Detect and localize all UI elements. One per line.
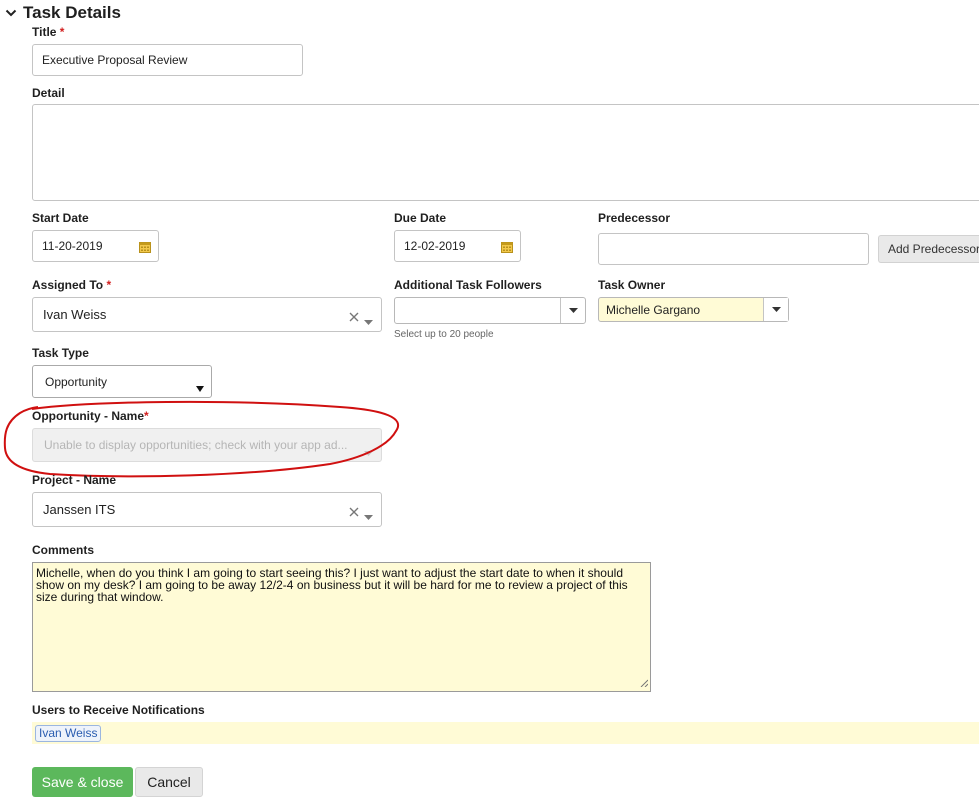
predecessor-label: Predecessor (598, 211, 671, 225)
clear-x-icon[interactable] (349, 504, 359, 522)
start-date-label: Start Date (32, 211, 89, 225)
followers-hint: Select up to 20 people (394, 329, 494, 340)
clear-x-icon[interactable] (349, 309, 359, 327)
caret-down-icon[interactable] (560, 298, 585, 323)
comments-textarea[interactable]: Michelle, when do you think I am going t… (32, 562, 651, 692)
add-predecessors-button[interactable]: Add Predecessors (878, 235, 979, 263)
project-select[interactable]: Janssen ITS (32, 492, 382, 527)
task-type-label: Task Type (32, 346, 89, 360)
chevron-down-icon[interactable] (0, 2, 22, 24)
calendar-icon[interactable] (139, 240, 151, 258)
caret-down-icon[interactable] (196, 379, 204, 397)
assigned-to-label: Assigned To * (32, 278, 112, 292)
detail-textarea[interactable] (32, 104, 979, 201)
section-header[interactable]: Task Details (0, 2, 121, 24)
notifications-label: Users to Receive Notifications (32, 703, 205, 717)
followers-select[interactable] (394, 297, 586, 324)
start-date-input[interactable]: 11-20-2019 (32, 230, 159, 262)
comments-label: Comments (32, 543, 95, 557)
calendar-icon[interactable] (501, 240, 513, 258)
predecessor-input[interactable] (598, 233, 869, 265)
followers-label: Additional Task Followers (394, 278, 542, 292)
notification-user-tag[interactable]: Ivan Weiss (35, 724, 102, 742)
due-date-label: Due Date (394, 211, 447, 225)
title-label: Title * (32, 25, 65, 39)
title-input[interactable]: Executive Proposal Review (32, 44, 303, 76)
cancel-button[interactable]: Cancel (135, 767, 203, 797)
annotation-circle (3, 400, 399, 478)
detail-label: Detail (32, 86, 65, 100)
required-mark: * (106, 278, 112, 292)
save-close-button[interactable]: Save & close (32, 767, 133, 797)
notifications-field[interactable]: Ivan Weiss (32, 722, 979, 744)
assigned-to-select[interactable]: Ivan Weiss (32, 297, 382, 332)
caret-down-icon[interactable] (763, 298, 788, 321)
task-owner-select[interactable]: Michelle Gargano (598, 297, 789, 322)
required-mark: * (59, 25, 65, 39)
section-title: Task Details (23, 3, 121, 22)
task-owner-label: Task Owner (598, 278, 666, 292)
resize-handle-icon[interactable] (640, 677, 649, 689)
due-date-input[interactable]: 12-02-2019 (394, 230, 521, 262)
task-type-select[interactable]: Opportunity (32, 365, 212, 398)
caret-down-icon[interactable] (364, 507, 373, 525)
caret-down-icon[interactable] (364, 312, 373, 330)
project-label: Project - Name (32, 473, 117, 487)
